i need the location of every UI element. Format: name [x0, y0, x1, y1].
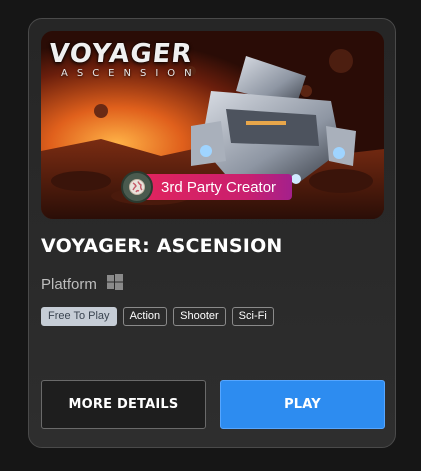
genre-tag: Action [122, 307, 168, 326]
play-button[interactable]: PLAY [220, 380, 385, 429]
game-logo-subtitle: ASCENSION [61, 68, 201, 79]
game-title: VOYAGER: ASCENSION [41, 235, 283, 257]
genre-tag: Sci-Fi [231, 307, 274, 326]
platform-row: Platform [41, 274, 123, 295]
price-tag: Free To Play [41, 307, 117, 326]
more-details-button[interactable]: MORE DETAILS [41, 380, 206, 429]
game-hero-image[interactable]: VOYAGER ASCENSION 3rd Party Creator [41, 31, 384, 219]
globe-icon [121, 171, 153, 203]
creator-badge-label: 3rd Party Creator [143, 174, 293, 200]
creator-badge: 3rd Party Creator [121, 171, 293, 203]
windows-icon [106, 274, 123, 295]
tag-list: Free To Play Action Shooter Sci-Fi [41, 307, 274, 326]
game-logo-title: VOYAGER [47, 39, 195, 69]
game-card: VOYAGER ASCENSION 3rd Party Creator VOYA… [28, 18, 396, 448]
genre-tag: Shooter [173, 307, 226, 326]
platform-label: Platform [41, 276, 97, 293]
